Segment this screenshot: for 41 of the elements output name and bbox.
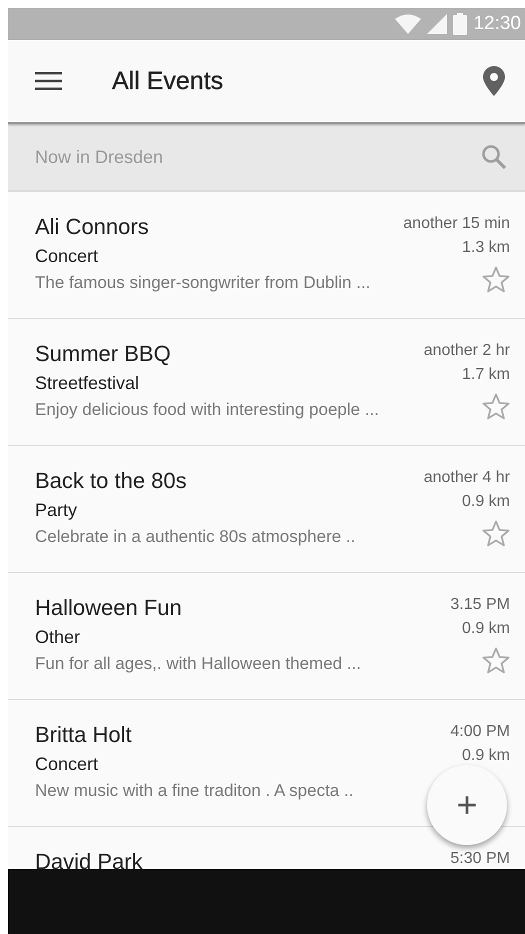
event-category: Streetfestival <box>35 372 140 395</box>
star-icon[interactable] <box>482 647 510 674</box>
event-title: Back to the 80s <box>35 467 188 495</box>
event-description: Fun for all ages,. with Halloween themed ... <box>35 653 362 675</box>
battery-icon <box>453 13 468 35</box>
star-icon[interactable] <box>482 393 510 420</box>
event-title: Ali Connors <box>35 213 150 241</box>
wifi-icon <box>395 14 422 34</box>
event-distance: 0.9 km <box>462 746 510 766</box>
event-time: 3.15 PM <box>450 595 510 615</box>
event-category: Party <box>35 499 78 522</box>
star-icon[interactable] <box>482 266 510 293</box>
event-distance: 1.7 km <box>462 365 510 385</box>
event-time: another 15 min <box>403 214 510 234</box>
event-category: Other <box>35 626 82 649</box>
star-icon[interactable] <box>482 520 510 547</box>
event-title: Britta Holt <box>35 721 133 749</box>
event-description: Celebrate in a authentic 80s atmosphere .. <box>35 526 356 548</box>
menu-icon[interactable] <box>35 72 62 90</box>
event-distance: 1.3 km <box>462 238 510 258</box>
event-distance: 0.9 km <box>462 492 510 512</box>
event-description: Enjoy delicious food with interesting poeple ... <box>35 399 380 421</box>
event-description: The famous singer-songwriter from Dublin ... <box>35 272 372 294</box>
event-category: Concert <box>35 245 100 268</box>
event-description: New music with a fine traditon . A specta .. <box>35 780 354 802</box>
event-time: 4:00 PM <box>450 722 510 742</box>
search-icon[interactable] <box>481 144 507 170</box>
event-category: Concert <box>35 753 100 776</box>
event-title: Summer BBQ <box>35 340 172 368</box>
event-time: another 4 hr <box>424 468 510 488</box>
signal-icon <box>427 14 448 34</box>
event-title: David Park <box>35 848 144 869</box>
search-input[interactable]: Now in Dresden <box>35 142 481 172</box>
search-field[interactable]: Now in Dresden <box>8 124 525 192</box>
clock-time: 12:30 <box>473 13 521 35</box>
event-time: another 2 hr <box>424 341 510 361</box>
screen-title: All Events <box>112 66 224 96</box>
location-pin-icon[interactable] <box>483 66 505 96</box>
event-time: 5:30 PM <box>450 849 510 869</box>
event-title: Halloween Fun <box>35 594 183 622</box>
event-distance: 0.9 km <box>462 619 510 639</box>
